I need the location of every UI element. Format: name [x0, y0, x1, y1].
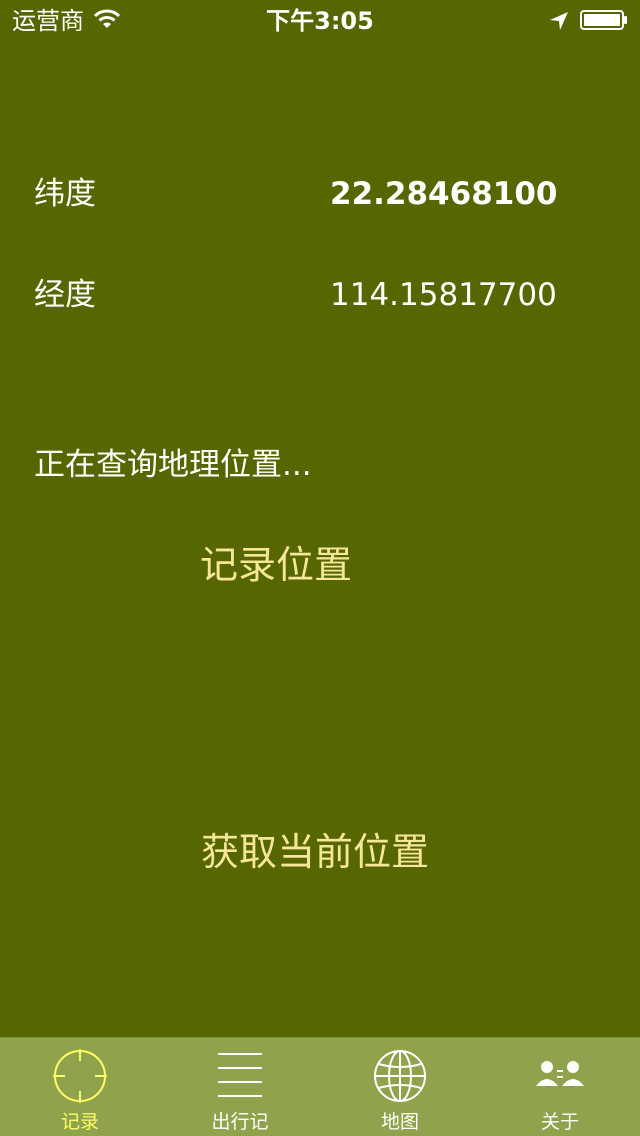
tab-about-label: 关于	[540, 1111, 579, 1133]
latitude-value: 22.28468100	[330, 176, 558, 212]
tab-map[interactable]: 地图	[320, 1038, 480, 1136]
status-bar: 运营商 下午3:05	[0, 0, 640, 40]
tab-map-label: 地图	[380, 1111, 419, 1133]
tab-record-label: 记录	[60, 1111, 99, 1133]
longitude-value: 114.15817700	[330, 277, 557, 313]
tab-trips-label: 出行记	[211, 1111, 269, 1133]
longitude-label: 经度	[34, 277, 96, 313]
people-icon	[536, 1061, 584, 1086]
battery-icon	[580, 10, 627, 30]
get-current-location-button[interactable]: 获取当前位置	[201, 828, 429, 876]
globe-icon	[374, 1050, 426, 1102]
tab-record[interactable]: 记录	[0, 1038, 160, 1136]
tab-trips[interactable]: 出行记	[160, 1038, 320, 1136]
screen: 运营商 下午3:05 纬度 22.28468100 经度 114.1581770…	[0, 0, 640, 1136]
location-arrow-icon	[550, 12, 568, 30]
status-time: 下午3:05	[266, 7, 374, 35]
geocode-status-text: 正在查询地理位置...	[34, 447, 312, 483]
record-location-button[interactable]: 记录位置	[200, 541, 352, 589]
tab-about[interactable]: 关于	[480, 1038, 640, 1136]
latitude-label: 纬度	[34, 176, 96, 212]
list-lines-icon	[218, 1053, 262, 1097]
crosshair-icon	[53, 1049, 107, 1103]
tab-bar: 记录 出行记 地图 关于	[0, 1037, 640, 1136]
